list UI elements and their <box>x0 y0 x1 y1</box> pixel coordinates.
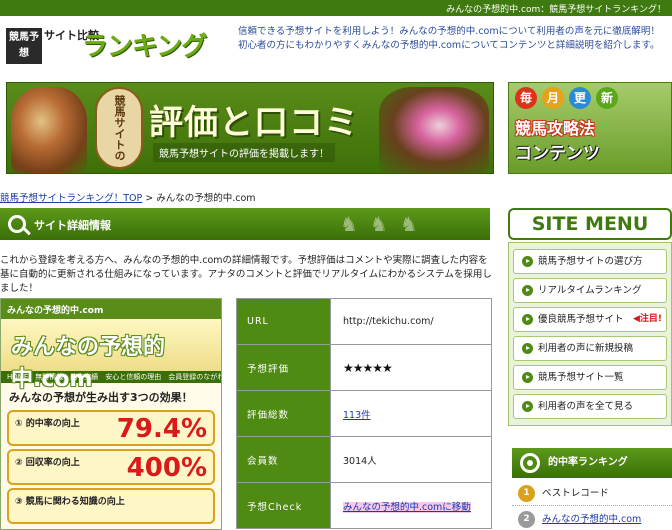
jockey-image-left <box>11 87 87 173</box>
dot-2: 更 <box>569 87 591 109</box>
stat-label: ② 回収率の向上 <box>15 458 80 468</box>
dot-3: 新 <box>596 87 618 109</box>
breadcrumb-current: みんなの予想的中.com <box>156 193 256 204</box>
menu-item-all-reviews[interactable]: 利用者の声を全て見る <box>513 394 667 419</box>
site-header: 競馬予想 サイト比較 ランキング 信頼できる予想サイトを利用しよう！みんなの予想… <box>0 16 672 74</box>
stat-value: 400% <box>126 453 207 483</box>
ranking-item[interactable]: 2 みんなの予想的中.com <box>512 508 672 530</box>
detail-url: http://tekichu.com/ <box>330 298 492 345</box>
detail-review-count: 113件 <box>330 390 492 437</box>
rating-stars: ★★★★★ <box>343 360 393 375</box>
menu-item-new-post[interactable]: 利用者の声に新規投稿 <box>513 336 667 361</box>
arrow-right-icon <box>522 401 533 412</box>
table-row: 予想Check みんなの予想的中.comに移動 <box>236 482 492 529</box>
menu-item-site-list[interactable]: 競馬予想サイト一覧 <box>513 365 667 390</box>
medal-icon: 2 <box>518 511 535 528</box>
arrow-right-icon <box>522 256 533 267</box>
menu-item-realtime-ranking[interactable]: リアルタイムランキング <box>513 278 667 303</box>
detail-key: 評価総数 <box>236 390 331 437</box>
breadcrumb-separator: > <box>142 193 157 204</box>
banner-badge: 競馬サイトの <box>95 87 143 169</box>
logo-ranking-text[interactable]: ランキング <box>82 26 207 63</box>
menu-item-excellent-sites[interactable]: 優良競馬予想サイト ◀注目! <box>513 307 667 332</box>
dot-0: 毎 <box>515 87 537 109</box>
section-title: サイト詳細情報 <box>34 219 111 232</box>
site-menu: 競馬予想サイトの選び方 リアルタイムランキング 優良競馬予想サイト ◀注目! 利用… <box>508 242 672 426</box>
attention-badge: ◀注目! <box>632 314 662 324</box>
thumb-stat: ② 回収率の向上 400% <box>7 449 215 485</box>
detail-key: 予想評価 <box>236 344 331 391</box>
ranking-item[interactable]: 1 ベストレコード <box>512 482 672 506</box>
table-row: URL http://tekichu.com/ <box>236 298 492 345</box>
detail-key: 予想Check <box>236 482 331 529</box>
strategy-line1: 競馬攻略法 <box>515 119 596 138</box>
menu-item-label: 優良競馬予想サイト <box>538 314 624 325</box>
stat-label: ③ 競馬に関わる知識の向上 <box>15 497 125 507</box>
menu-item-how-to-choose[interactable]: 競馬予想サイトの選び方 <box>513 249 667 274</box>
ranking-header: 的中率ランキング <box>512 448 672 478</box>
thumb-stat: ① 的中率の向上 79.4% <box>7 410 215 446</box>
site-menu-title: SITE MENU <box>508 208 672 240</box>
section-header: サイト詳細情報 ♞♞♞ <box>0 208 490 240</box>
target-icon <box>520 453 540 473</box>
detail-rating: ★★★★★ <box>330 344 492 391</box>
ranking-item-link[interactable]: みんなの予想的中.com <box>542 514 641 525</box>
ranking-title: 的中率ランキング <box>548 457 628 468</box>
site-detail-table: URL http://tekichu.com/ 予想評価 ★★★★★ 評価総数 … <box>236 298 492 529</box>
jockey-image-right <box>379 87 489 173</box>
search-icon <box>8 215 26 233</box>
review-count-link[interactable]: 113件 <box>343 410 371 421</box>
top-bar-text: みんなの予想的中.com：競馬予想サイトランキング！ <box>446 5 666 15</box>
detail-key: URL <box>236 298 331 345</box>
detail-key: 会員数 <box>236 436 331 483</box>
detail-check: みんなの予想的中.comに移動 <box>330 482 492 529</box>
menu-item-label: 競馬予想サイト一覧 <box>538 372 624 383</box>
visit-site-link[interactable]: みんなの予想的中.comに移動 <box>343 501 471 513</box>
top-bar: みんなの予想的中.com：競馬予想サイトランキング！ <box>0 0 672 16</box>
menu-item-label: 競馬予想サイトの選び方 <box>538 256 643 267</box>
table-row: 評価総数 113件 <box>236 390 492 437</box>
menu-item-label: 利用者の声に新規投稿 <box>538 343 634 354</box>
banner-title: 評価と口コミ <box>149 103 359 143</box>
arrow-right-icon <box>522 285 533 296</box>
stat-value: 79.4% <box>116 414 207 444</box>
thumb-nav: HOME 無料情報 的中実績 安心と信頼の理由 会員登録のながれ <box>1 371 221 383</box>
header-description: 信頼できる予想サイトを利用しよう！みんなの予想的中.comについて利用者の声を元… <box>238 26 660 51</box>
table-row: 予想評価 ★★★★★ <box>236 344 492 391</box>
menu-item-label: 利用者の声を全て見る <box>538 401 634 412</box>
stat-label: ① 的中率の向上 <box>15 419 80 429</box>
site-screenshot[interactable]: みんなの予想的中.com みんなの予想的中.com HOME 無料情報 的中実績… <box>0 298 222 530</box>
thumb-logo: みんなの予想的中.com <box>1 319 221 392</box>
review-banner[interactable]: 競馬サイトの 評価と口コミ 競馬予想サイトの評価を掲載します！ <box>6 82 494 174</box>
intro-text: これから登録を考える方へ、みんなの予想的中.comの詳細情報です。予想評価はコメ… <box>0 255 492 294</box>
horse-silhouette-icon: ♞♞♞ <box>340 212 430 236</box>
arrow-right-icon <box>522 343 533 354</box>
thumb-stat: ③ 競馬に関わる知識の向上 <box>7 488 215 524</box>
table-row: 会員数 3014人 <box>236 436 492 483</box>
menu-item-label: リアルタイムランキング <box>538 285 642 296</box>
breadcrumb: 競馬予想サイトランキング！TOP > みんなの予想的中.com <box>0 190 256 204</box>
thumb-top-bar: みんなの予想的中.com <box>1 299 221 319</box>
strategy-banner[interactable]: 毎月更新 競馬攻略法 コンテンツ <box>508 82 672 174</box>
breadcrumb-top-link[interactable]: 競馬予想サイトランキング！TOP <box>0 193 142 204</box>
medal-icon: 1 <box>518 485 535 502</box>
arrow-right-icon <box>522 314 533 325</box>
strategy-line2: コンテンツ <box>515 144 600 164</box>
logo-box[interactable]: 競馬予想 <box>6 28 42 64</box>
dot-1: 月 <box>542 87 564 109</box>
banner-subtitle: 競馬予想サイトの評価を掲載します！ <box>153 143 335 162</box>
monthly-update-dots: 毎月更新 <box>515 87 623 109</box>
detail-members: 3014人 <box>330 436 492 483</box>
arrow-right-icon <box>522 372 533 383</box>
ranking-item-label: ベストレコード <box>542 488 609 499</box>
